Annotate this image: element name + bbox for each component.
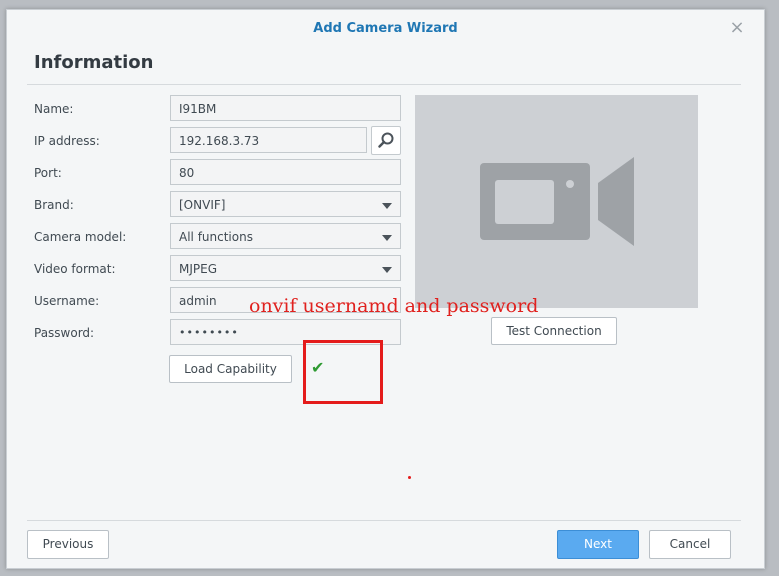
port-field[interactable]: 80	[170, 159, 401, 185]
port-label: Port:	[34, 166, 62, 180]
username-value: admin	[179, 294, 217, 308]
test-connection-button[interactable]: Test Connection	[491, 317, 617, 345]
dialog-titlebar: Add Camera Wizard ×	[7, 10, 764, 50]
camera-model-label: Camera model:	[34, 230, 127, 244]
next-button[interactable]: Next	[557, 530, 639, 559]
heading-divider	[27, 84, 741, 85]
ip-address-field[interactable]: 192.168.3.73	[170, 127, 367, 153]
check-icon: ✔	[311, 358, 325, 377]
annotation-dot	[408, 476, 411, 479]
ip-address-value: 192.168.3.73	[179, 134, 260, 148]
camera-model-value: All functions	[179, 230, 253, 244]
dialog-title: Add Camera Wizard	[313, 21, 458, 36]
annotation-text: onvif usernamd and password	[249, 295, 539, 317]
password-value: ••••••••	[179, 326, 239, 339]
video-camera-icon	[480, 157, 634, 246]
video-format-label: Video format:	[34, 262, 116, 276]
video-format-select[interactable]: MJPEG	[170, 255, 401, 281]
chevron-down-icon	[382, 267, 392, 273]
search-icon	[378, 132, 394, 148]
previous-button[interactable]: Previous	[27, 530, 109, 559]
name-field[interactable]: I91BM	[170, 95, 401, 121]
password-label: Password:	[34, 326, 95, 340]
chevron-down-icon	[382, 235, 392, 241]
camera-preview	[415, 95, 698, 308]
brand-value: [ONVIF]	[179, 198, 226, 212]
port-value: 80	[179, 166, 195, 180]
add-camera-wizard-dialog: Add Camera Wizard × Information Name: IP…	[6, 9, 765, 569]
brand-label: Brand:	[34, 198, 74, 212]
video-format-value: MJPEG	[179, 262, 218, 276]
section-heading: Information	[34, 52, 154, 73]
ip-address-label: IP address:	[34, 134, 100, 148]
chevron-down-icon	[382, 203, 392, 209]
brand-select[interactable]: [ONVIF]	[170, 191, 401, 217]
cancel-button[interactable]: Cancel	[649, 530, 731, 559]
camera-model-select[interactable]: All functions	[170, 223, 401, 249]
search-button[interactable]	[371, 126, 401, 155]
username-label: Username:	[34, 294, 100, 308]
name-label: Name:	[34, 102, 74, 116]
name-field-value: I91BM	[179, 102, 217, 116]
load-capability-button[interactable]: Load Capability	[169, 355, 292, 383]
footer-divider	[27, 520, 741, 521]
close-icon[interactable]: ×	[728, 19, 746, 37]
